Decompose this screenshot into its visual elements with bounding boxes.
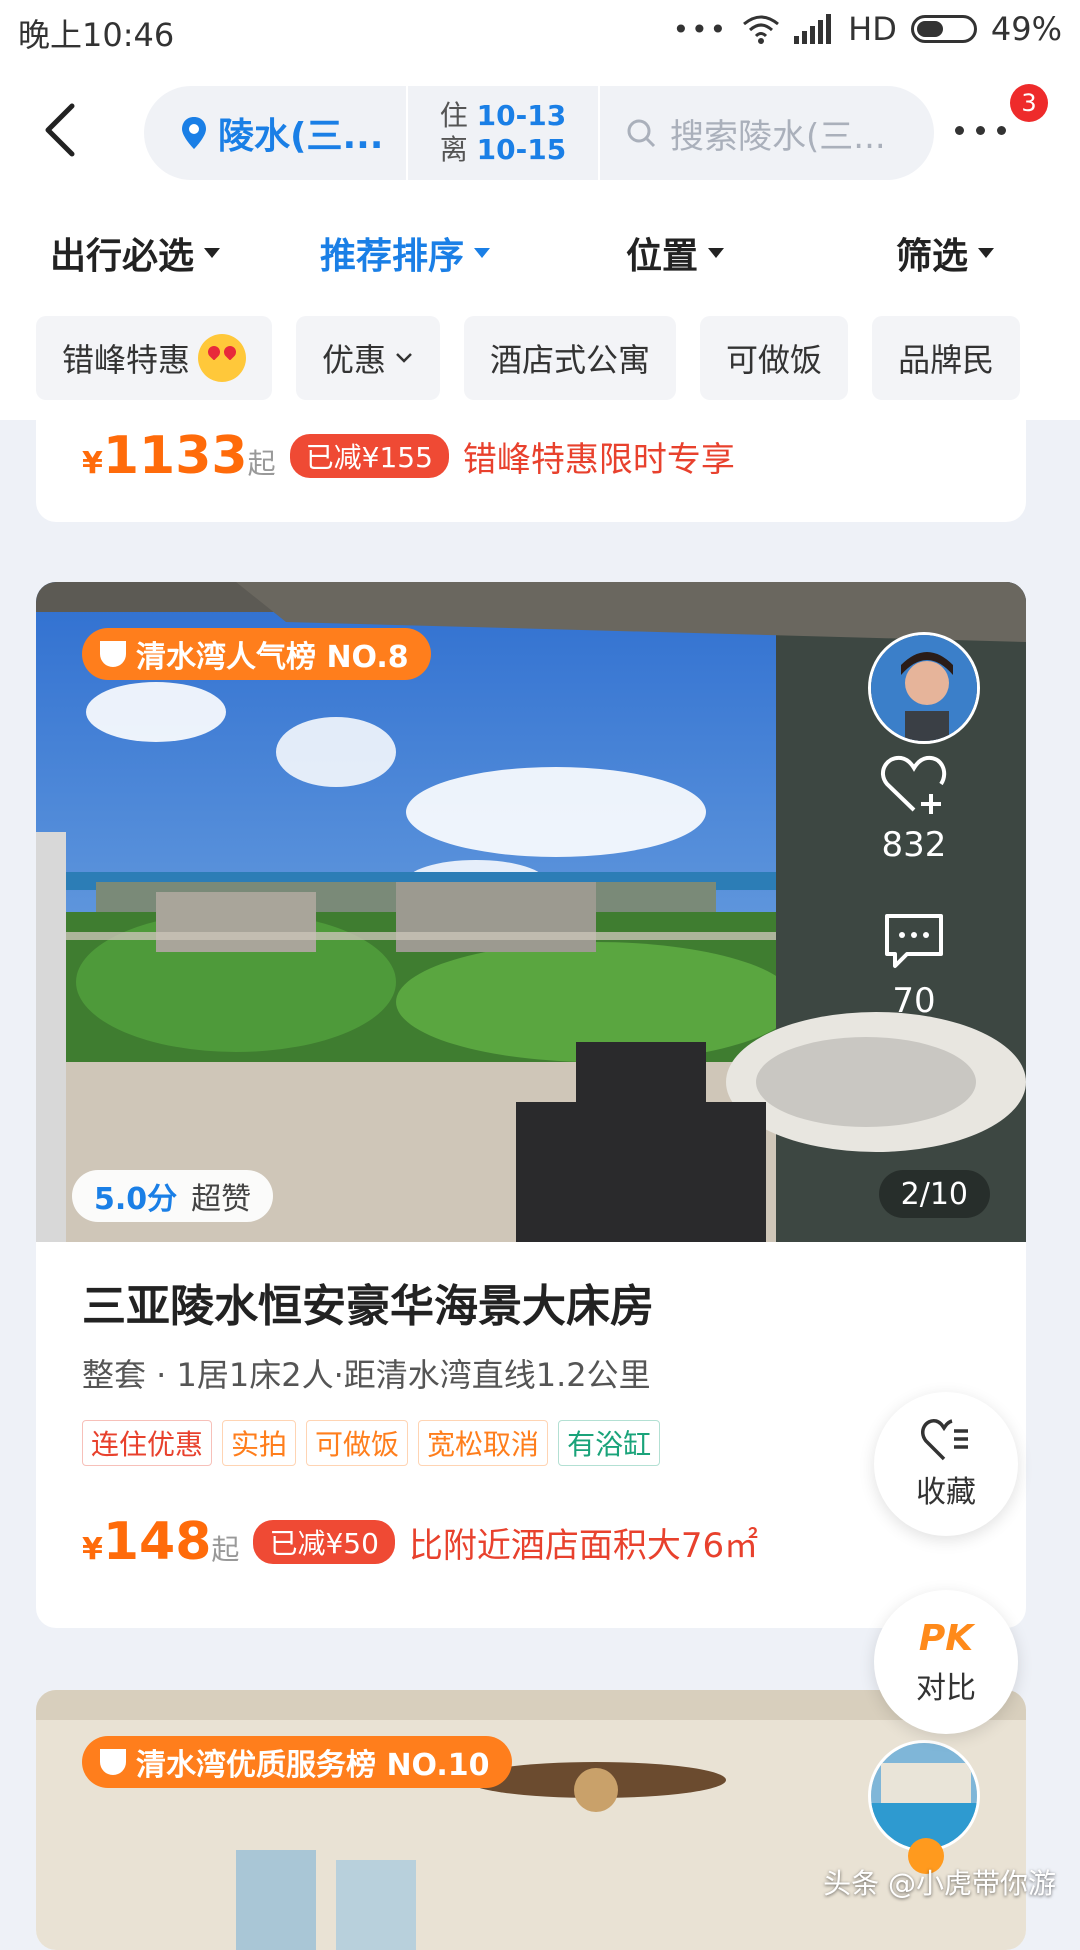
tab-label: 出行必选 (49, 236, 194, 277)
battery-level (916, 21, 944, 37)
tag: 有浴缸 (558, 1420, 661, 1466)
favorite-button[interactable]: 收藏 (874, 1392, 1018, 1536)
tag: 可做饭 (306, 1420, 409, 1466)
heart-plus-icon (881, 755, 947, 814)
checkout-date: 10-15 (476, 133, 567, 166)
listing-tags: 连住优惠 实拍 可做饭 宽松取消 有浴缸 (82, 1420, 661, 1466)
trophy-icon (100, 1749, 126, 1775)
host-avatar[interactable] (868, 632, 980, 744)
back-button[interactable] (40, 100, 100, 180)
location-pin-icon (182, 117, 206, 149)
tab-label: 筛选 (895, 236, 968, 277)
signal-icon (794, 14, 832, 44)
chip-label: 优惠 (322, 341, 387, 379)
chip-label: 酒店式公寓 (490, 341, 651, 379)
promo-text: 错峰特惠限时专享 (462, 439, 735, 480)
header: 陵水(三... 住 10-13 离 10-15 搜索陵水(三... 3 出行必选… (0, 60, 1080, 420)
chip-discount[interactable]: 优惠 (296, 316, 441, 400)
more-button[interactable] (955, 126, 1025, 146)
status-bar: 晚上10:46 ••• HD 49% (0, 0, 1080, 60)
rating-label: 超赞 (191, 1182, 252, 1217)
discount-badge: 已减¥50 (253, 1520, 395, 1564)
like-stat[interactable]: 832 (854, 752, 974, 865)
tab-recommended-sort[interactable]: 推荐排序 (270, 208, 540, 298)
search-bar: 陵水(三... 住 10-13 离 10-15 搜索陵水(三... (144, 86, 934, 180)
tab-label: 推荐排序 (319, 236, 464, 277)
next-listing-card[interactable]: 清水湾优质服务榜 NO.10 (36, 1690, 1026, 1950)
price-line: ¥1133起 已减¥155 错峰特惠限时专享 (82, 426, 735, 486)
notification-badge: 3 (1010, 84, 1048, 122)
price: ¥148起 (82, 1512, 240, 1572)
caret-down-icon (474, 248, 490, 258)
rank-badge-label: 清水湾优质服务榜 NO.10 (136, 1748, 490, 1783)
chip-brand[interactable]: 品牌民 (872, 316, 1021, 400)
rank-badge-label: 清水湾人气榜 NO.8 (136, 640, 409, 675)
caret-down-icon (708, 248, 724, 258)
caret-down-icon (204, 248, 220, 258)
price: ¥1133起 (82, 426, 276, 486)
rating-score: 5.0分 (94, 1182, 178, 1217)
tag: 实拍 (222, 1420, 297, 1466)
battery-percent: 49% (990, 10, 1062, 48)
compare-button[interactable]: PK 对比 (874, 1590, 1018, 1734)
discount-badge: 已减¥155 (289, 434, 449, 478)
date-selector[interactable]: 住 10-13 离 10-15 (408, 99, 598, 167)
comment-icon (885, 914, 943, 968)
search-input[interactable]: 搜索陵水(三... (600, 109, 934, 158)
heart-list-icon (921, 1419, 968, 1461)
price-line: ¥148起 已减¥50 比附近酒店面积大76㎡ (82, 1512, 758, 1572)
comment-count: 70 (892, 981, 936, 1021)
tab-filter[interactable]: 筛选 (810, 208, 1080, 298)
more-dots-icon: ••• (672, 12, 729, 46)
chip-label: 可做饭 (726, 341, 823, 379)
pk-icon: PK (918, 1617, 974, 1659)
photo-pager: 2/10 (878, 1170, 990, 1218)
comment-stat[interactable]: 70 (854, 912, 974, 1021)
host-avatar[interactable] (868, 1740, 980, 1852)
favorite-label: 收藏 (916, 1475, 976, 1510)
tag: 连住优惠 (82, 1420, 213, 1466)
caret-down-icon (978, 248, 994, 258)
location-label: 陵水(三... (218, 116, 384, 157)
checkout-label: 离 (439, 133, 468, 166)
sort-bar: 出行必选 推荐排序 位置 筛选 (0, 208, 1080, 298)
checkin-label: 住 (439, 99, 468, 132)
search-placeholder: 搜索陵水(三... (670, 116, 886, 157)
chip-off-peak[interactable]: 错峰特惠 (36, 316, 273, 400)
tag: 宽松取消 (418, 1420, 549, 1466)
status-icons: ••• HD 49% (673, 10, 1062, 48)
prev-listing-card[interactable]: ¥1133起 已减¥155 错峰特惠限时专享 (36, 420, 1026, 522)
listing-subtitle: 整套 · 1居1床2人·距清水湾直线1.2公里 (82, 1356, 651, 1394)
chip-label: 错峰特惠 (62, 341, 191, 379)
score-pill: 5.0分 超赞 (72, 1170, 274, 1222)
promo-text: 比附近酒店面积大76㎡ (408, 1525, 759, 1566)
battery-icon (910, 15, 977, 43)
heart-eyes-emoji-icon (198, 334, 247, 382)
chip-cooking[interactable]: 可做饭 (700, 316, 849, 400)
rank-badge: 清水湾人气榜 NO.8 (82, 628, 431, 680)
rank-badge: 清水湾优质服务榜 NO.10 (82, 1736, 512, 1788)
tab-location[interactable]: 位置 (540, 208, 810, 298)
filter-chips: 错峰特惠 优惠 酒店式公寓 可做饭 品牌民 (36, 316, 1021, 400)
listing-photo[interactable]: 清水湾人气榜 NO.8 832 70 5.0分 超赞 2/10 (36, 582, 1026, 1242)
chevron-down-icon (396, 353, 412, 363)
tab-travel-must[interactable]: 出行必选 (0, 208, 270, 298)
search-icon (627, 119, 656, 148)
like-count: 832 (881, 825, 947, 865)
back-arrow-icon (45, 103, 75, 157)
checkin-date: 10-13 (476, 99, 567, 132)
status-time: 晚上10:46 (18, 16, 175, 54)
trophy-icon (100, 641, 126, 667)
network-label: HD (848, 10, 897, 48)
chip-label: 品牌民 (898, 341, 995, 379)
watermark: 头条 @小虎带你游 (823, 1867, 1056, 1900)
tab-label: 位置 (625, 236, 698, 277)
chip-apartment[interactable]: 酒店式公寓 (464, 316, 677, 400)
listing-title: 三亚陵水恒安豪华海景大床房 (82, 1281, 654, 1332)
location-selector[interactable]: 陵水(三... (144, 86, 406, 180)
wifi-icon (743, 15, 780, 44)
compare-label: 对比 (916, 1670, 976, 1706)
